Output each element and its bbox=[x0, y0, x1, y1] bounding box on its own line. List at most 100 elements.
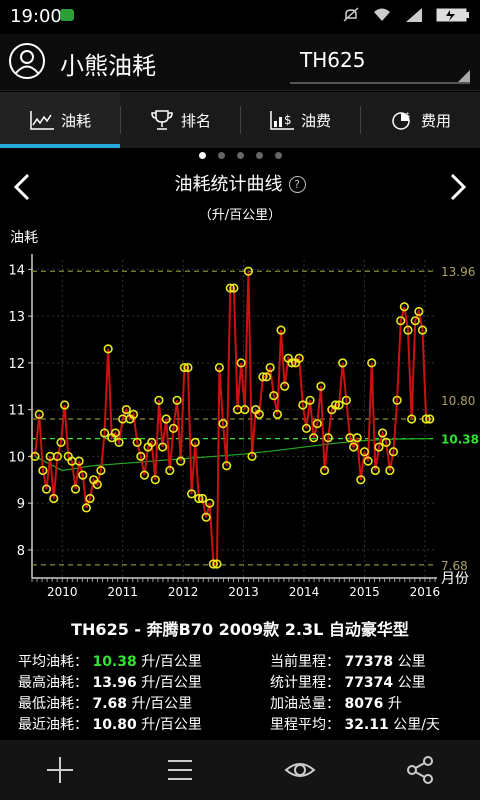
x-tick-label: 2014 bbox=[289, 585, 320, 599]
trophy-icon bbox=[151, 110, 173, 130]
stats-left: 平均油耗： 10.38 升/百公里 最高油耗： 13.96 升/百公里 最低油耗… bbox=[18, 652, 202, 736]
x-tick-label: 2012 bbox=[168, 585, 199, 599]
stat-label: 最低油耗： bbox=[18, 696, 88, 712]
menu-icon bbox=[168, 760, 192, 780]
stat-unit: 升/百公里 bbox=[141, 717, 202, 733]
stat-row: 当前里程： 77378 公里 bbox=[270, 652, 440, 673]
page-dot[interactable] bbox=[217, 152, 225, 159]
menu-button[interactable] bbox=[120, 740, 240, 800]
vehicle-selector[interactable]: TH625 bbox=[290, 44, 470, 84]
vehicle-selector-value: TH625 bbox=[300, 48, 366, 72]
page-dot[interactable] bbox=[274, 152, 282, 159]
fuel-cost-icon: $ bbox=[270, 111, 294, 130]
y-tick-label: 8 bbox=[17, 544, 25, 559]
tab-consumption[interactable]: 油耗 bbox=[0, 92, 120, 148]
view-button[interactable] bbox=[240, 740, 360, 800]
y-tick-label: 12 bbox=[8, 357, 25, 372]
consumption-line bbox=[34, 271, 430, 565]
stat-value: 77374 bbox=[344, 675, 394, 691]
page-dot[interactable] bbox=[198, 152, 206, 159]
signal-icon bbox=[406, 8, 422, 22]
vehicle-model-title: TH625 - 奔腾B70 2009款 2.3L 自动豪华型 bbox=[71, 620, 409, 639]
stat-label: 最高油耗： bbox=[18, 675, 88, 691]
expense-pie-icon: $ bbox=[392, 111, 410, 130]
stat-row: 最低油耗： 7.68 升/百公里 bbox=[18, 694, 202, 715]
share-icon bbox=[407, 756, 433, 784]
user-avatar-icon[interactable] bbox=[8, 42, 46, 80]
svg-text:$: $ bbox=[405, 111, 410, 120]
fuel-consumption-chart: 油耗 8 9 10 11 12 13 14 2010 2011 2012 2013 2014 2015 20… bbox=[8, 230, 479, 599]
app-title: 小熊油耗 bbox=[60, 52, 156, 80]
android-icon bbox=[60, 9, 74, 21]
share-button[interactable] bbox=[360, 740, 480, 800]
x-axis-label: 月份 bbox=[441, 571, 469, 587]
stat-unit: 升/百公里 bbox=[141, 654, 202, 670]
x-tick-label: 2016 bbox=[410, 585, 441, 599]
stat-label: 最近油耗： bbox=[18, 717, 88, 733]
stat-row: 平均油耗： 10.38 升/百公里 bbox=[18, 652, 202, 673]
add-button[interactable] bbox=[0, 740, 120, 800]
status-icons bbox=[342, 6, 470, 24]
tab-fuel-cost-label: 油费 bbox=[300, 111, 331, 130]
silent-icon bbox=[343, 7, 359, 22]
page-dot[interactable] bbox=[236, 152, 244, 159]
x-tick-label: 2011 bbox=[107, 585, 138, 599]
app-bar: 小熊油耗 TH625 bbox=[0, 34, 480, 91]
reference-line-label: 10.38 bbox=[441, 433, 479, 447]
stat-row: 统计里程： 77374 公里 bbox=[270, 673, 440, 694]
x-tick-label: 2013 bbox=[228, 585, 259, 599]
stat-value: 8076 bbox=[344, 696, 384, 712]
chart-title: 油耗统计曲线 bbox=[174, 174, 283, 195]
clock: 19:00 bbox=[10, 6, 62, 27]
stat-value: 77378 bbox=[344, 654, 394, 670]
stat-value: 32.11 bbox=[344, 717, 389, 733]
reference-line-label: 13.96 bbox=[441, 265, 475, 279]
stat-label: 里程平均： bbox=[270, 717, 340, 733]
y-tick-label: 10 bbox=[8, 450, 25, 465]
reference-line-label: 10.80 bbox=[441, 394, 475, 408]
stat-label: 统计里程： bbox=[270, 675, 340, 691]
bottom-action-bar bbox=[0, 740, 480, 800]
battery-icon bbox=[436, 8, 469, 22]
chevron-right-icon[interactable] bbox=[446, 172, 470, 202]
y-tick-label: 13 bbox=[8, 310, 25, 325]
stat-unit: 升/百公里 bbox=[131, 696, 193, 712]
stat-label: 当前里程： bbox=[270, 654, 340, 670]
page-dot[interactable] bbox=[255, 152, 263, 159]
wifi-icon bbox=[374, 8, 390, 21]
tab-ranking[interactable]: 排名 bbox=[120, 92, 240, 148]
stat-row: 最近油耗： 10.80 升/百公里 bbox=[18, 715, 202, 736]
status-bar: 19:00 bbox=[0, 0, 480, 34]
stat-value: 7.68 bbox=[92, 696, 127, 712]
stat-value: 13.96 bbox=[92, 675, 137, 691]
y-axis-label: 油耗 bbox=[10, 230, 38, 246]
stat-unit: 公里 bbox=[397, 675, 426, 691]
stat-unit: 公里/天 bbox=[393, 717, 440, 733]
tab-fuel-cost[interactable]: $ 油费 bbox=[240, 92, 360, 148]
reference-line-label: 7.68 bbox=[441, 559, 468, 573]
tab-ranking-label: 排名 bbox=[180, 111, 211, 130]
chart-unit: （升/百公里） bbox=[198, 208, 282, 223]
tab-expense-label: 费用 bbox=[420, 111, 451, 130]
chart-header: 油耗统计曲线? bbox=[0, 170, 480, 196]
stats-right: 当前里程： 77378 公里 统计里程： 77374 公里 加油总量： 8076… bbox=[270, 652, 440, 736]
stat-unit: 升/百公里 bbox=[141, 675, 202, 691]
add-icon bbox=[47, 757, 73, 783]
dropdown-corner-icon bbox=[458, 70, 470, 82]
help-icon[interactable]: ? bbox=[288, 176, 306, 193]
tab-consumption-label: 油耗 bbox=[60, 111, 91, 130]
stat-row: 里程平均： 32.11 公里/天 bbox=[270, 715, 440, 736]
y-tick-label: 9 bbox=[17, 497, 25, 512]
x-tick-label: 2010 bbox=[47, 585, 78, 599]
y-tick-label: 11 bbox=[8, 404, 25, 419]
stat-unit: 公里 bbox=[397, 654, 426, 670]
stat-value: 10.38 bbox=[92, 654, 137, 670]
x-tick-label: 2015 bbox=[349, 585, 380, 599]
consumption-chart-icon bbox=[30, 111, 54, 130]
eye-icon bbox=[284, 763, 316, 777]
page-indicator bbox=[0, 152, 480, 166]
tab-expense[interactable]: $ 费用 bbox=[360, 92, 480, 148]
svg-text:$: $ bbox=[284, 113, 292, 127]
stat-label: 平均油耗： bbox=[18, 654, 88, 670]
trend-line bbox=[34, 438, 430, 472]
